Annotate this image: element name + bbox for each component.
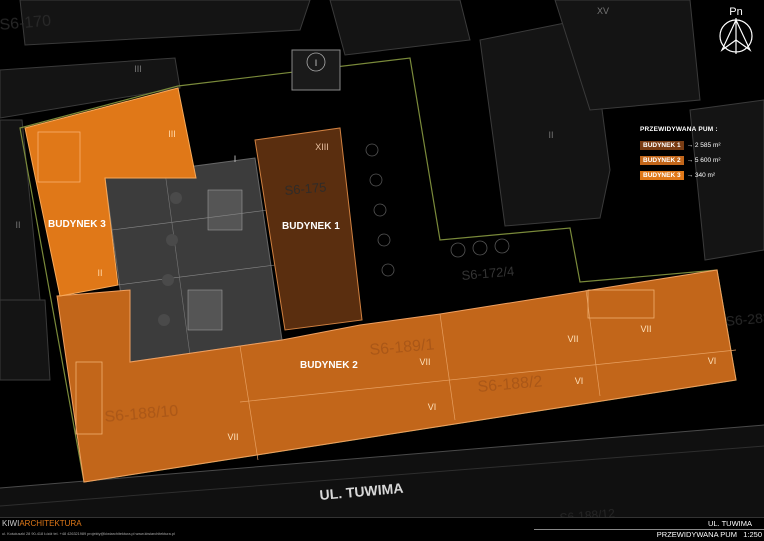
storey-label-b3b: II bbox=[97, 268, 102, 278]
storey-label-b2-1: VII bbox=[419, 357, 430, 367]
north-arrow: Pn bbox=[719, 6, 753, 54]
storey-label-context-a: II bbox=[15, 220, 20, 230]
existing-building bbox=[104, 157, 283, 363]
legend-title: PRZEWIDYWANA PUM : bbox=[640, 126, 718, 133]
storey-label-b2-3: VII bbox=[640, 324, 651, 334]
parcel-label: S6-283/13 bbox=[725, 307, 764, 329]
scale-text: 1:250 bbox=[743, 530, 762, 539]
building-2-label: BUDYNEK 2 bbox=[300, 360, 358, 371]
storey-label-context-b: II bbox=[548, 130, 553, 140]
storey-label-context-c: III bbox=[134, 64, 142, 74]
parcel-label: S6-172/4 bbox=[461, 263, 515, 283]
storey-label-b2-2: VII bbox=[567, 334, 578, 344]
brand-kiwi: KIWI bbox=[2, 519, 20, 528]
brand-architektura: ARCHITEKTURA bbox=[19, 519, 82, 528]
title-block: KIWIARCHITEKTURA ul. Kościuszki 28 90-41… bbox=[0, 517, 764, 541]
legend-swatch: BUDYNEK 1 bbox=[640, 141, 684, 150]
contact-info: ul. Kościuszki 28 90-418 Łódź tel. +48 4… bbox=[2, 532, 175, 536]
storey-label-existing: I bbox=[234, 154, 237, 164]
legend-value: → 5 600 m² bbox=[686, 157, 721, 164]
storey-label-b2-6: VI bbox=[428, 402, 437, 412]
brand-logo: KIWIARCHITEKTURA bbox=[2, 519, 82, 528]
storey-label-context-d: XV bbox=[597, 6, 609, 16]
storey-label-tower: I bbox=[315, 58, 318, 68]
storey-label-b2-4: VI bbox=[575, 376, 584, 386]
legend-swatch: BUDYNEK 3 bbox=[640, 171, 684, 180]
legend-value: → 340 m² bbox=[686, 172, 716, 179]
legend-row: BUDYNEK 3 → 340 m² bbox=[640, 171, 721, 180]
legend-value: → 2 585 m² bbox=[686, 142, 721, 149]
storey-label-b2-7: VII bbox=[227, 432, 238, 442]
north-label: Pn bbox=[729, 6, 742, 18]
storey-label-b1: XIII bbox=[315, 142, 329, 152]
building-3-label: BUDYNEK 3 bbox=[48, 219, 106, 230]
tree-row bbox=[365, 143, 510, 277]
legend-swatch: BUDYNEK 2 bbox=[640, 156, 684, 165]
tower bbox=[291, 49, 341, 91]
subtitle-text: PRZEWIDYWANA PUM bbox=[656, 530, 737, 539]
legend-row: BUDYNEK 2 → 5 600 m² bbox=[640, 156, 721, 165]
drawing-subtitle: PRZEWIDYWANA PUM 1:250 bbox=[657, 530, 762, 539]
legend-row: BUDYNEK 1 → 2 585 m² bbox=[640, 141, 721, 150]
storey-label-b3: III bbox=[168, 129, 176, 139]
drawing-title: UL. TUWIMA bbox=[707, 519, 752, 528]
building-1-label: BUDYNEK 1 bbox=[282, 221, 340, 232]
pum-legend: PRZEWIDYWANA PUM : BUDYNEK 1 → 2 585 m² … bbox=[640, 126, 721, 186]
site-plan: I I III XIII II II II III XV VII VII VII… bbox=[0, 0, 764, 525]
storey-label-b2-5: VI bbox=[708, 356, 717, 366]
